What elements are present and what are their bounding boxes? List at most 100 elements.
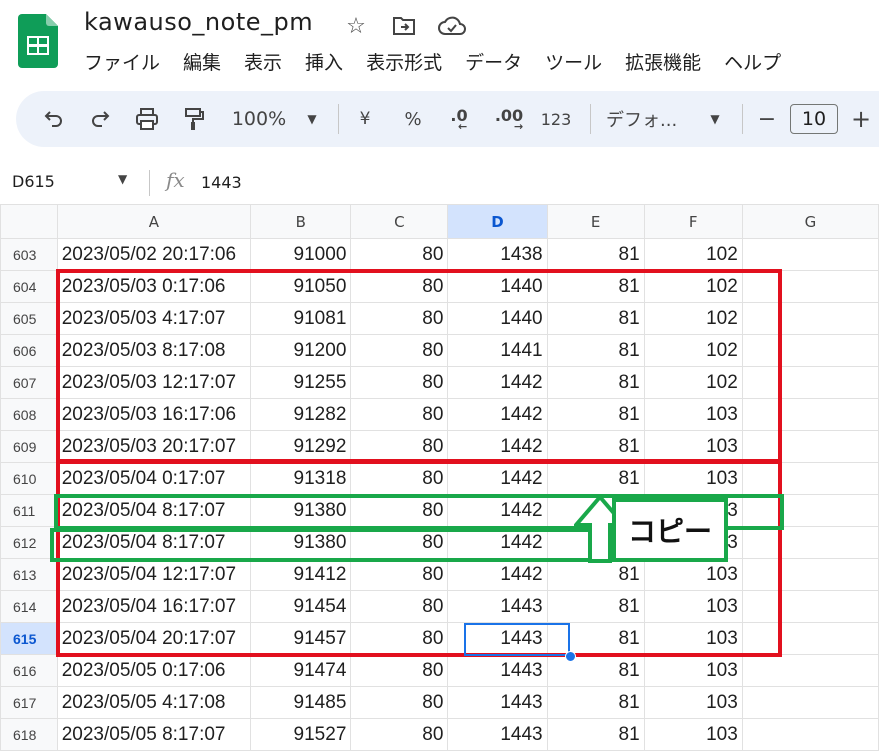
increase-decimal-button[interactable]: .00 → <box>490 104 528 136</box>
column-header-b[interactable]: B <box>250 204 352 239</box>
column-header-g[interactable]: G <box>741 204 879 239</box>
cell-f[interactable]: 103 <box>643 526 743 559</box>
row-header[interactable]: 613 <box>0 558 58 591</box>
cell-e[interactable]: 81 <box>546 238 645 271</box>
cell-e[interactable]: 81 <box>546 270 645 303</box>
cell-a[interactable]: 2023/05/03 16:17:06 <box>56 398 252 431</box>
cell-a[interactable]: 2023/05/05 4:17:08 <box>56 686 252 719</box>
cell-c[interactable]: 80 <box>350 270 449 303</box>
cell-a[interactable]: 2023/05/04 8:17:07 <box>56 526 252 559</box>
cell-f[interactable]: 103 <box>643 622 743 655</box>
cell-a[interactable]: 2023/05/03 0:17:06 <box>56 270 252 303</box>
cell-a[interactable]: 2023/05/04 20:17:07 <box>56 622 252 655</box>
cell-a[interactable]: 2023/05/03 4:17:07 <box>56 302 252 335</box>
menu-data[interactable]: データ <box>465 48 522 76</box>
formula-input[interactable]: 1443 <box>201 173 242 192</box>
cell-f[interactable]: 102 <box>643 366 743 399</box>
menu-insert[interactable]: 挿入 <box>305 48 343 76</box>
cell-a[interactable]: 2023/05/04 0:17:07 <box>56 462 252 495</box>
cell-d[interactable]: 1442 <box>447 494 548 527</box>
cell-a[interactable]: 2023/05/02 20:17:06 <box>56 238 252 271</box>
cell-g[interactable] <box>741 334 879 367</box>
cell-b[interactable]: 91474 <box>250 654 352 687</box>
fill-handle[interactable] <box>565 651 576 662</box>
select-all-corner[interactable] <box>0 204 58 239</box>
cell-c[interactable]: 80 <box>350 238 449 271</box>
cell-b[interactable]: 91527 <box>250 718 352 751</box>
row-header[interactable]: 612 <box>0 526 58 559</box>
row-header[interactable]: 610 <box>0 462 58 495</box>
print-icon[interactable] <box>132 104 162 134</box>
decrease-decimal-button[interactable]: .0 ← <box>442 104 476 136</box>
cell-g[interactable] <box>741 302 879 335</box>
cell-f[interactable]: 102 <box>643 270 743 303</box>
cell-c[interactable]: 80 <box>350 526 449 559</box>
cell-e[interactable]: 81 <box>546 718 645 751</box>
column-header-a[interactable]: A <box>56 204 252 239</box>
name-box[interactable]: D615 <box>12 172 55 191</box>
cell-d[interactable]: 1443 <box>447 686 548 719</box>
cell-b[interactable]: 91282 <box>250 398 352 431</box>
cell-d[interactable]: 1442 <box>447 462 548 495</box>
cell-e[interactable]: 81 <box>546 302 645 335</box>
decrease-font-size-button[interactable]: − <box>756 104 778 134</box>
name-box-dropdown-icon[interactable]: ▼ <box>118 172 127 186</box>
cell-d[interactable]: 1442 <box>447 430 548 463</box>
row-header[interactable]: 609 <box>0 430 58 463</box>
paint-format-icon[interactable] <box>180 104 208 134</box>
menu-extensions[interactable]: 拡張機能 <box>625 48 701 76</box>
cell-a[interactable]: 2023/05/05 0:17:06 <box>56 654 252 687</box>
cell-g[interactable] <box>741 494 879 527</box>
cell-f[interactable]: 103 <box>643 654 743 687</box>
cell-f[interactable]: 102 <box>643 302 743 335</box>
cell-c[interactable]: 80 <box>350 334 449 367</box>
column-header-e[interactable]: E <box>546 204 645 239</box>
cell-a[interactable]: 2023/05/04 12:17:07 <box>56 558 252 591</box>
cell-d[interactable]: 1442 <box>447 558 548 591</box>
font-size-input[interactable]: 10 <box>790 104 838 134</box>
cell-f[interactable]: 103 <box>643 558 743 591</box>
cell-g[interactable] <box>741 558 879 591</box>
cell-g[interactable] <box>741 686 879 719</box>
cell-e[interactable]: 81 <box>546 462 645 495</box>
menu-tools[interactable]: ツール <box>545 48 602 76</box>
cloud-saved-icon[interactable] <box>438 12 466 40</box>
cell-e[interactable]: 81 <box>546 366 645 399</box>
row-header[interactable]: 604 <box>0 270 58 303</box>
cell-d[interactable]: 1443 <box>447 718 548 751</box>
zoom-select[interactable]: 100% <box>228 104 290 134</box>
cell-f[interactable]: 103 <box>643 590 743 623</box>
cell-d[interactable]: 1440 <box>447 270 548 303</box>
cell-g[interactable] <box>741 718 879 751</box>
cell-e[interactable]: 81 <box>546 686 645 719</box>
cell-b[interactable]: 91454 <box>250 590 352 623</box>
column-header-c[interactable]: C <box>350 204 449 239</box>
menu-help[interactable]: ヘルプ <box>724 48 781 76</box>
number-format-button[interactable]: 123 <box>538 104 574 134</box>
cell-c[interactable]: 80 <box>350 462 449 495</box>
row-header[interactable]: 614 <box>0 590 58 623</box>
cell-g[interactable] <box>741 622 879 655</box>
row-header[interactable]: 617 <box>0 686 58 719</box>
cell-e[interactable]: 81 <box>546 590 645 623</box>
column-header-f[interactable]: F <box>643 204 743 239</box>
cell-c[interactable]: 80 <box>350 622 449 655</box>
row-header[interactable]: 615 <box>0 622 58 655</box>
cell-f[interactable]: 103 <box>643 430 743 463</box>
cell-c[interactable]: 80 <box>350 718 449 751</box>
cell-b[interactable]: 91380 <box>250 494 352 527</box>
cell-g[interactable] <box>741 270 879 303</box>
cell-d[interactable]: 1440 <box>447 302 548 335</box>
undo-icon[interactable] <box>40 104 68 134</box>
cell-f[interactable]: 103 <box>643 398 743 431</box>
cell-d[interactable]: 1442 <box>447 526 548 559</box>
cell-b[interactable]: 91457 <box>250 622 352 655</box>
cell-b[interactable]: 91292 <box>250 430 352 463</box>
cell-f[interactable]: 103 <box>643 718 743 751</box>
document-title[interactable]: kawauso_note_pm <box>84 8 313 36</box>
cell-e[interactable]: 81 <box>546 334 645 367</box>
cell-d[interactable]: 1443 <box>447 654 548 687</box>
font-dropdown-icon[interactable]: ▼ <box>706 104 724 134</box>
cell-b[interactable]: 91050 <box>250 270 352 303</box>
cell-c[interactable]: 80 <box>350 302 449 335</box>
